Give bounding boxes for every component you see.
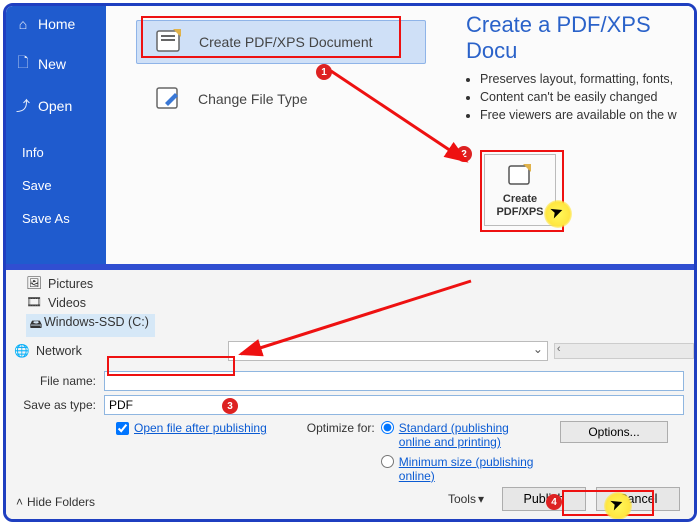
pdf-document-icon	[155, 29, 185, 55]
saveastype-label: Save as type:	[6, 398, 104, 412]
folder-tree: 🖼Pictures 🎞Videos 🖴Windows-SSD (C:)	[6, 270, 694, 339]
filename-input[interactable]	[104, 371, 684, 391]
videos-icon: 🎞	[26, 295, 42, 310]
info-bullet: Content can't be easily changed	[480, 90, 694, 104]
create-pdfxps-button[interactable]: Create PDF/XPS	[484, 154, 556, 226]
network-icon: 🌐	[14, 344, 30, 359]
hide-folders-toggle[interactable]: ˄ Hide Folders	[16, 495, 95, 509]
tree-pictures[interactable]: 🖼Pictures	[26, 274, 694, 293]
saveastype-select[interactable]	[104, 395, 684, 415]
sidebar-label: New	[38, 56, 66, 72]
home-icon: ⌂	[16, 16, 30, 32]
backstage-export: ⌂ Home 🗋 New ⤴ Open Info Save Save As Cr…	[6, 6, 694, 264]
cancel-button[interactable]: Cancel	[596, 487, 680, 511]
optimize-standard-radio[interactable]: Standard (publishing online and printing…	[381, 421, 539, 449]
chevron-up-icon: ˄	[16, 495, 23, 509]
export-change-file-type[interactable]: Change File Type	[136, 78, 426, 120]
export-info-panel: Create a PDF/XPS Docu Preserves layout, …	[456, 6, 694, 264]
pictures-icon: 🖼	[26, 276, 42, 291]
address-dropdown[interactable]	[228, 341, 548, 361]
publish-button[interactable]: Publish	[502, 487, 586, 511]
sidebar-item-saveas[interactable]: Save As	[6, 202, 106, 235]
export-option-label: Create PDF/XPS Document	[199, 34, 373, 50]
drive-icon: 🖴	[28, 315, 44, 336]
create-pdfxps-label: Create PDF/XPS	[485, 193, 555, 219]
sidebar-label: Open	[38, 98, 72, 114]
info-bullet: Preserves layout, formatting, fonts,	[480, 72, 694, 86]
sidebar-item-save[interactable]: Save	[6, 169, 106, 202]
sidebar-item-info[interactable]: Info	[6, 136, 106, 169]
filename-label: File name:	[6, 374, 104, 388]
tools-menu[interactable]: Tools ▾	[448, 492, 484, 506]
export-create-pdfxps[interactable]: Create PDF/XPS Document	[136, 20, 426, 64]
export-option-label: Change File Type	[198, 91, 307, 107]
change-type-icon	[154, 86, 184, 112]
optimize-for-label: Optimize for:	[307, 421, 375, 435]
new-icon: 🗋	[16, 52, 30, 76]
info-bullet: Free viewers are available on the w	[480, 108, 694, 122]
horizontal-scrollbar[interactable]: ‹	[554, 343, 694, 359]
open-after-checkbox[interactable]: Open file after publishing	[116, 421, 267, 435]
sidebar-item-new[interactable]: 🗋 New	[6, 42, 106, 86]
tree-videos[interactable]: 🎞Videos	[26, 293, 694, 312]
dropdown-icon: ▾	[478, 492, 484, 506]
open-after-input[interactable]	[116, 422, 129, 435]
sidebar-item-open[interactable]: ⤴ Open	[6, 86, 106, 126]
optimize-minimum-radio[interactable]: Minimum size (publishing online)	[381, 455, 539, 483]
tree-windows-ssd[interactable]: 🖴Windows-SSD (C:)	[26, 312, 694, 339]
sidebar-item-home[interactable]: ⌂ Home	[6, 6, 106, 42]
export-options: Create PDF/XPS Document Change File Type	[106, 6, 456, 264]
backstage-sidebar: ⌂ Home 🗋 New ⤴ Open Info Save Save As	[6, 6, 106, 264]
sidebar-label: Home	[38, 16, 75, 32]
info-title: Create a PDF/XPS Docu	[466, 12, 694, 64]
publish-dialog: 🖼Pictures 🎞Videos 🖴Windows-SSD (C:) 🌐Net…	[6, 270, 694, 519]
tree-network[interactable]: 🌐Network	[6, 342, 82, 361]
open-icon: ⤴	[16, 96, 30, 116]
options-button[interactable]: Options...	[560, 421, 668, 443]
